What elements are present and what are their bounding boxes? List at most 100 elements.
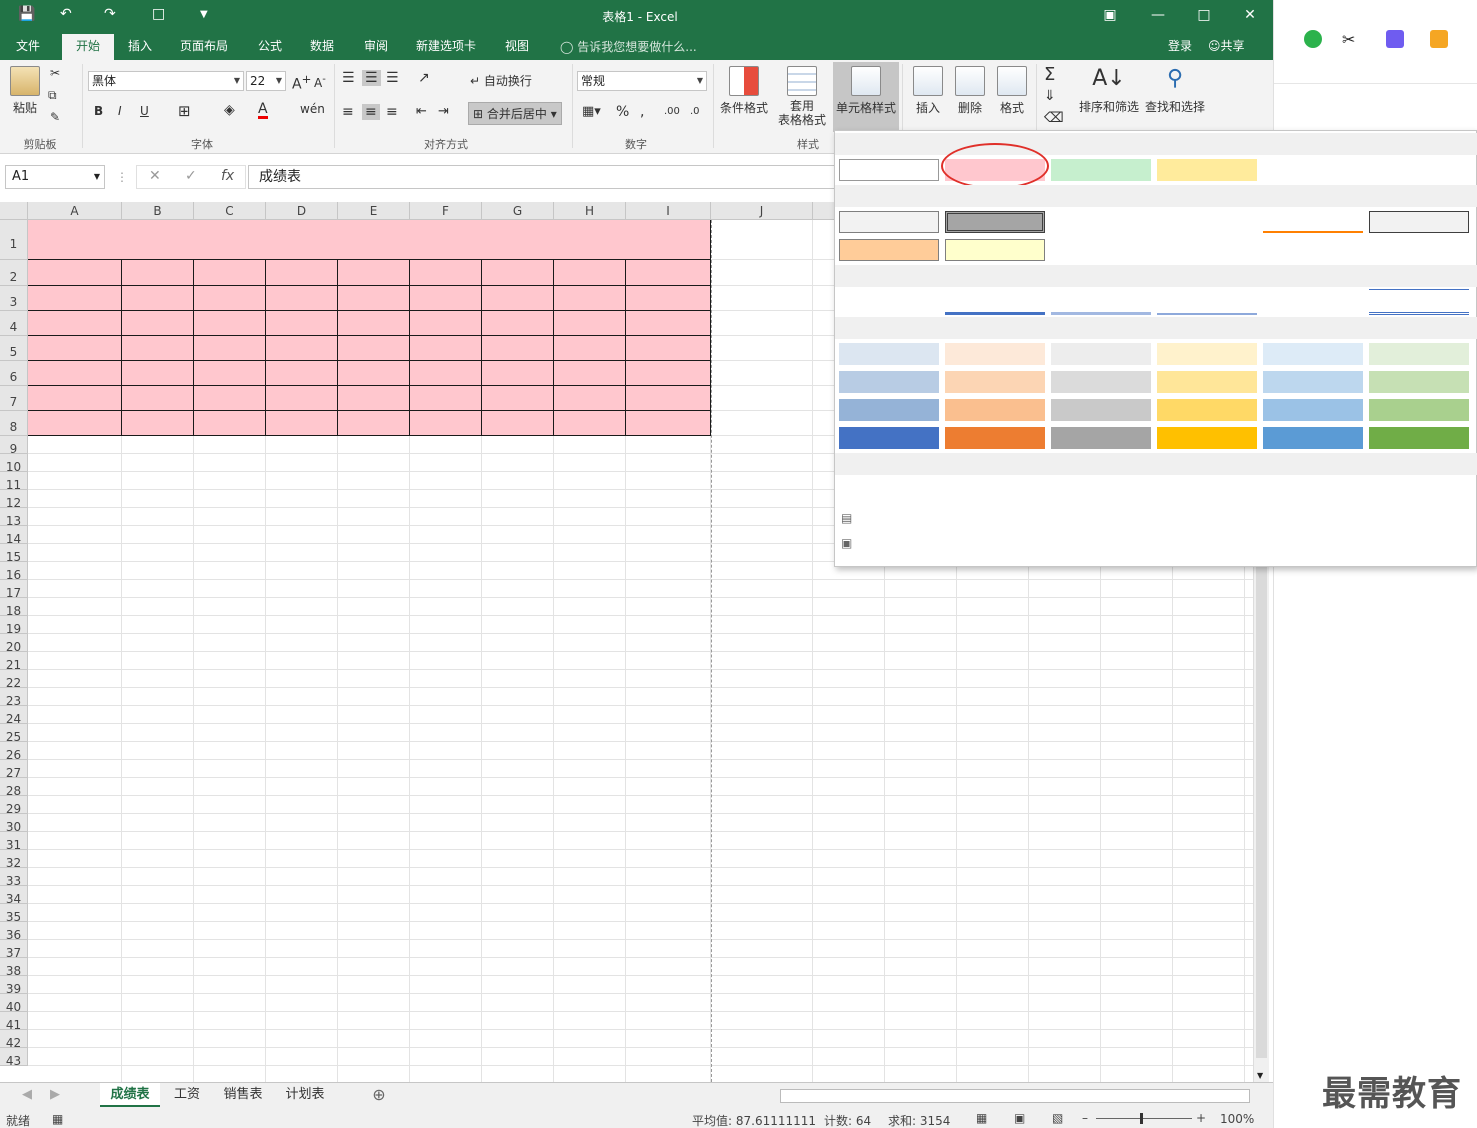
row-header[interactable]: 24	[0, 706, 28, 726]
tab-insert[interactable]: 插入	[128, 37, 152, 54]
decrease-decimal-icon[interactable]: .0	[690, 106, 700, 117]
style-data-1[interactable]	[945, 211, 1045, 233]
normal-view-icon[interactable]: ▦	[976, 1111, 987, 1125]
cancel-icon[interactable]: ✕	[149, 168, 161, 184]
insert-function-icon[interactable]: fx	[221, 168, 234, 184]
data-cell[interactable]	[266, 311, 338, 336]
decrease-indent-icon[interactable]: ⇤	[416, 104, 427, 119]
decrease-font-icon[interactable]: A-	[314, 74, 326, 90]
style-theme-c60-2[interactable]	[1051, 399, 1151, 421]
style-theme-c40-4[interactable]	[1263, 371, 1363, 393]
data-cell[interactable]	[554, 386, 626, 411]
fill-color-icon[interactable]: ◈	[224, 102, 235, 118]
style-title-0[interactable]	[839, 289, 939, 315]
row-header[interactable]: 33	[0, 868, 28, 888]
column-header-C[interactable]: C	[194, 202, 266, 220]
row-header[interactable]: 3	[0, 286, 28, 311]
style-theme-c60-5[interactable]	[1369, 399, 1469, 421]
column-header-J[interactable]: J	[711, 202, 813, 220]
font-color-icon[interactable]: A	[258, 102, 268, 119]
column-header-F[interactable]: F	[410, 202, 482, 220]
row-header[interactable]: 25	[0, 724, 28, 744]
sheet-tab-salary[interactable]: 工资	[164, 1083, 210, 1107]
style-theme-c40-5[interactable]	[1369, 371, 1469, 393]
paste-button[interactable]: 粘贴	[6, 66, 44, 116]
close-icon[interactable]: ✕	[1238, 4, 1262, 26]
data-cell[interactable]	[122, 386, 194, 411]
data-cell[interactable]	[194, 286, 266, 311]
data-cell[interactable]	[28, 311, 122, 336]
zoom-slider-thumb[interactable]	[1140, 1113, 1143, 1124]
increase-font-icon[interactable]: A+	[292, 72, 311, 93]
data-cell[interactable]	[554, 336, 626, 361]
name-box[interactable]: A1 ▼	[5, 165, 105, 189]
currency-icon[interactable]: ▦▾	[582, 104, 601, 119]
maximize-icon[interactable]: □	[1192, 4, 1216, 26]
style-data-3[interactable]	[1157, 211, 1257, 233]
sort-filter-button[interactable]: A↓ 排序和筛选	[1078, 66, 1140, 115]
row-header[interactable]: 10	[0, 454, 28, 474]
row-header[interactable]: 37	[0, 940, 28, 960]
row-header[interactable]: 23	[0, 688, 28, 708]
data-cell[interactable]	[338, 311, 410, 336]
horizontal-scrollbar[interactable]	[780, 1089, 1250, 1103]
style-data2-0[interactable]	[839, 239, 939, 261]
sheet-tab-plan[interactable]: 计划表	[276, 1083, 334, 1107]
zoom-level[interactable]: 100%	[1220, 1112, 1254, 1126]
style-title-5[interactable]	[1369, 289, 1469, 315]
row-header[interactable]: 35	[0, 904, 28, 924]
style-num-2[interactable]	[1051, 478, 1151, 500]
percent-icon[interactable]: %	[616, 104, 629, 120]
style-theme-c20-4[interactable]	[1263, 343, 1363, 365]
data-cell[interactable]	[28, 286, 122, 311]
sheet-tab-scores[interactable]: 成绩表	[100, 1083, 160, 1107]
orientation-icon[interactable]: ↗	[418, 70, 430, 86]
style-num-4[interactable]	[1263, 478, 1363, 500]
row-header[interactable]: 14	[0, 526, 28, 546]
sheet-tab-sales[interactable]: 销售表	[214, 1083, 272, 1107]
row-header[interactable]: 31	[0, 832, 28, 852]
tab-view[interactable]: 视图	[505, 37, 529, 54]
align-top-icon[interactable]: ☰	[342, 70, 355, 86]
style-theme-c20-0[interactable]	[839, 343, 939, 365]
data-cell[interactable]	[554, 411, 626, 436]
next-sheet-icon[interactable]: ▶	[48, 1083, 62, 1107]
redo-icon[interactable]: ↷	[104, 6, 116, 22]
row-header[interactable]: 17	[0, 580, 28, 600]
minimize-icon[interactable]: —	[1146, 4, 1170, 26]
ribbon-display-icon[interactable]: ▣	[1098, 4, 1122, 26]
tell-me-input[interactable]: ◯ 告诉我您想要做什么...	[560, 38, 697, 55]
data-cell[interactable]	[266, 386, 338, 411]
data-cell[interactable]	[28, 386, 122, 411]
data-cell[interactable]	[266, 286, 338, 311]
data-cell[interactable]	[122, 286, 194, 311]
insert-cells-button[interactable]: 插入	[908, 66, 948, 116]
page-break-view-icon[interactable]: ▧	[1052, 1111, 1063, 1125]
row-header[interactable]: 18	[0, 598, 28, 618]
data-cell[interactable]	[338, 336, 410, 361]
style-theme-c60-4[interactable]	[1263, 399, 1363, 421]
data-cell[interactable]	[482, 311, 554, 336]
format-as-table-button[interactable]: 套用 表格格式	[772, 66, 832, 127]
row-header[interactable]: 6	[0, 361, 28, 386]
align-left-icon[interactable]: ≡	[342, 104, 354, 120]
style-theme-c40-2[interactable]	[1051, 371, 1151, 393]
data-cell[interactable]	[554, 311, 626, 336]
row-header[interactable]: 9	[0, 436, 28, 456]
data-cell[interactable]	[194, 411, 266, 436]
column-header-E[interactable]: E	[338, 202, 410, 220]
data-cell[interactable]	[28, 336, 122, 361]
header-cell[interactable]	[266, 260, 338, 286]
data-cell[interactable]	[482, 336, 554, 361]
zoom-in-icon[interactable]: +	[1196, 1111, 1206, 1125]
data-cell[interactable]	[626, 411, 711, 436]
header-cell[interactable]	[626, 260, 711, 286]
style-theme-c100-4[interactable]	[1263, 427, 1363, 449]
font-name-select[interactable]: 黑体 ▼	[88, 71, 244, 91]
style-theme-c40-3[interactable]	[1157, 371, 1257, 393]
data-cell[interactable]	[194, 361, 266, 386]
header-cell[interactable]	[28, 260, 122, 286]
data-cell[interactable]	[266, 361, 338, 386]
row-header[interactable]: 13	[0, 508, 28, 528]
column-header-G[interactable]: G	[482, 202, 554, 220]
